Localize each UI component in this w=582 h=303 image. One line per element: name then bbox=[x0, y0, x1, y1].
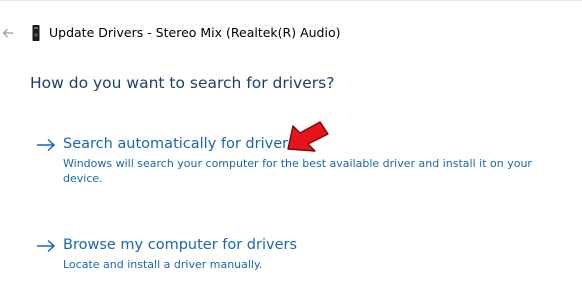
search-automatically-description: Windows will search your computer for th… bbox=[63, 157, 532, 185]
right-arrow-icon bbox=[37, 138, 56, 152]
browse-computer-description: Locate and install a driver manually. bbox=[63, 258, 263, 271]
browse-computer-option[interactable]: Browse my computer for drivers Locate an… bbox=[36, 235, 336, 275]
browse-computer-link[interactable]: Browse my computer for drivers bbox=[63, 235, 297, 255]
update-drivers-window: Update Drivers - Stereo Mix (Realtek(R) … bbox=[0, 0, 582, 303]
audio-device-icon bbox=[32, 25, 40, 41]
title-bar-divider bbox=[0, 0, 582, 1]
search-automatically-link[interactable]: Search automatically for drivers bbox=[63, 134, 296, 154]
page-heading: How do you want to search for drivers? bbox=[30, 74, 335, 92]
red-pointer-arrow-icon bbox=[287, 121, 329, 152]
back-arrow-icon bbox=[2, 28, 13, 38]
window-title: Update Drivers - Stereo Mix (Realtek(R) … bbox=[49, 25, 341, 40]
right-arrow-icon bbox=[37, 239, 56, 253]
back-button[interactable] bbox=[0, 24, 16, 42]
